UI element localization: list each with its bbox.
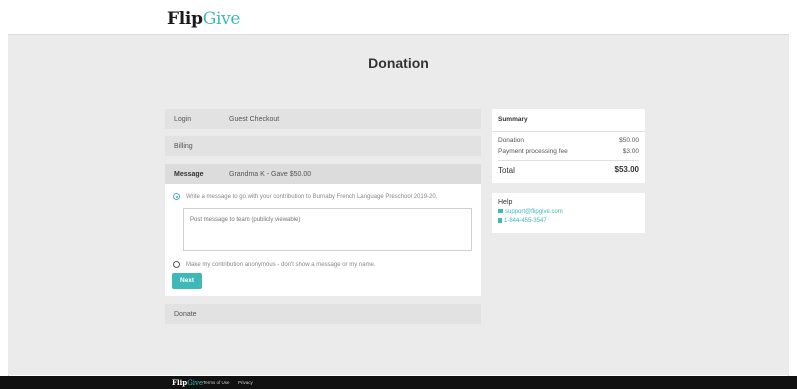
envelope-icon: [498, 209, 503, 214]
footer: FlipGive Terms of Use Privacy: [0, 376, 797, 389]
step-billing-label: Billing: [174, 143, 193, 150]
help-email-link[interactable]: support@flipgive.com: [498, 209, 563, 215]
option-write-message-label: Write a message to go with your contribu…: [186, 194, 438, 200]
step-login[interactable]: Login Guest Checkout: [165, 109, 481, 129]
step-login-value: Guest Checkout: [229, 116, 280, 123]
help-phone: 1-844-455-3547: [504, 218, 547, 225]
radio-anonymous[interactable]: [173, 261, 180, 268]
summary-divider: [492, 131, 645, 132]
step-billing[interactable]: Billing: [165, 136, 481, 156]
summary-card: Summary Donation $50.00 Payment processi…: [492, 109, 645, 183]
top-bar: [8, 0, 789, 35]
step-login-label: Login: [174, 116, 192, 123]
total-label: Total: [498, 166, 515, 175]
step-message[interactable]: Message Grandma K - Gave $50.00: [165, 164, 481, 184]
page-title: Donation: [368, 55, 429, 71]
donation-value: $50.00: [619, 137, 639, 144]
total-divider: [498, 160, 639, 161]
logo-text-give: Give: [202, 9, 241, 29]
help-card: Help support@flipgive.com 1-844-455-3547: [492, 193, 645, 233]
next-button[interactable]: Next: [172, 273, 202, 289]
option-anonymous-label: Make my contribution anonymous - don't s…: [186, 262, 376, 268]
logo-text-flip: Flip: [167, 9, 203, 29]
footer-logo-flip: Flip: [172, 378, 188, 387]
total-value: $53.00: [614, 165, 639, 174]
footer-logo-give: Give: [187, 379, 204, 387]
footer-logo[interactable]: FlipGive: [172, 378, 203, 387]
summary-title: Summary: [498, 116, 528, 123]
message-textarea[interactable]: [183, 208, 472, 251]
donation-label: Donation: [498, 137, 525, 144]
footer-terms-link[interactable]: Terms of Use: [203, 380, 230, 385]
step-message-label: Message: [174, 171, 204, 178]
help-phone-link[interactable]: 1-844-455-3547: [498, 218, 547, 224]
step-donate[interactable]: Donate: [165, 304, 481, 324]
fee-value: $3.00: [622, 148, 639, 155]
fee-label: Payment processing fee: [498, 148, 568, 155]
footer-privacy-link[interactable]: Privacy: [238, 380, 253, 385]
step-donate-label: Donate: [174, 311, 197, 318]
help-email: support@flipgive.com: [505, 209, 563, 215]
radio-write-message[interactable]: [173, 193, 180, 200]
flipgive-logo[interactable]: FlipGive: [167, 9, 240, 29]
phone-icon: [498, 218, 502, 223]
help-title: Help: [498, 199, 513, 206]
step-message-value: Grandma K - Gave $50.00: [229, 171, 312, 178]
